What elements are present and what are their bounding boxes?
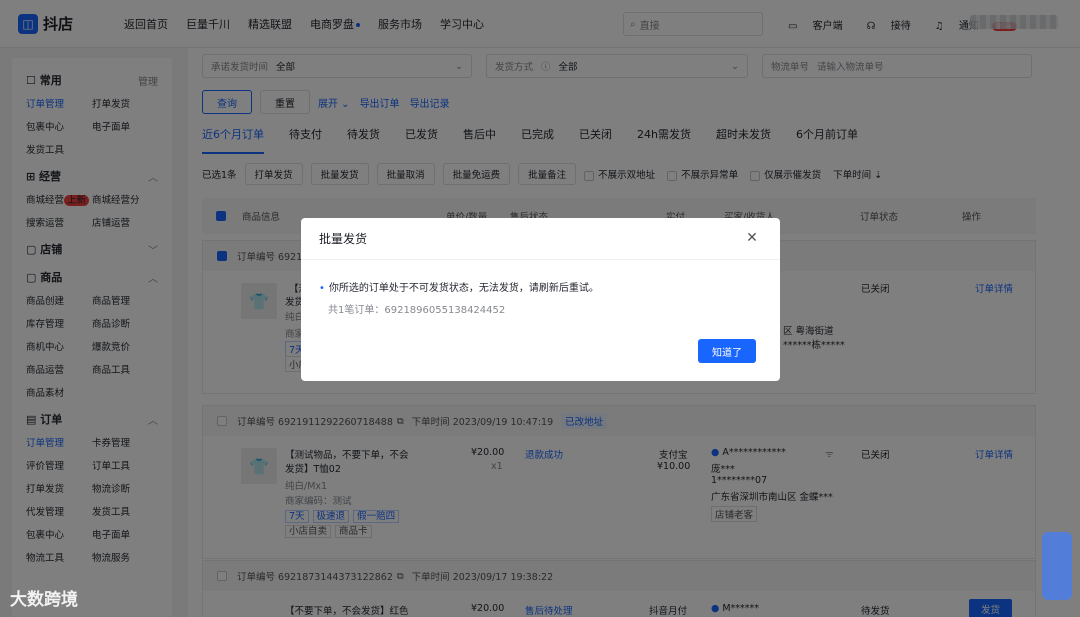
dialog-message: 你所选的订单处于不可发货状态，无法发货，请刷新后重试。 — [319, 279, 599, 294]
watermark-text: 大数跨境 — [10, 590, 78, 610]
bulk-ship-dialog: 批量发货 ✕ 你所选的订单处于不可发货状态，无法发货，请刷新后重试。 共1笔订单… — [301, 218, 780, 381]
dialog-order-info: 共1笔订单：6921896055138424452 — [328, 305, 506, 316]
assistant-robot-icon[interactable] — [1042, 532, 1072, 600]
close-icon[interactable]: ✕ — [744, 230, 760, 246]
got-it-button[interactable]: 知道了 — [698, 339, 756, 363]
dialog-title: 批量发货 — [301, 218, 780, 260]
